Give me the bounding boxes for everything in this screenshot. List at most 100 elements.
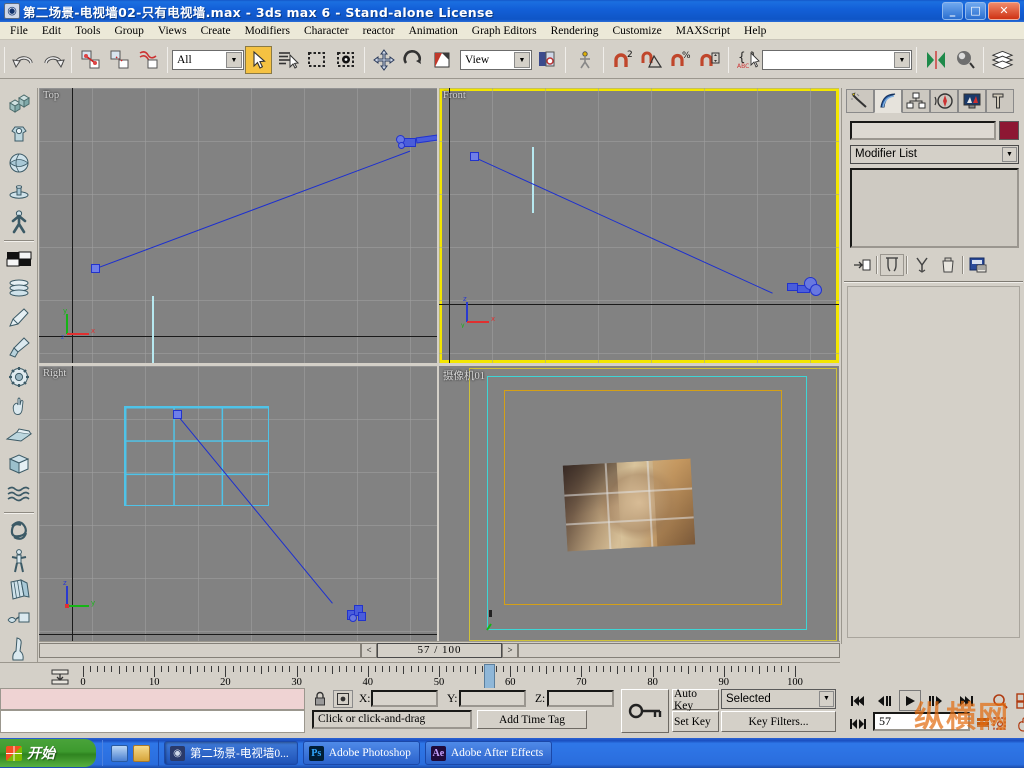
front-camera-icon[interactable]: [783, 276, 825, 300]
modifier-stack[interactable]: [850, 168, 1019, 248]
menu-rendering[interactable]: Rendering: [544, 24, 606, 38]
field-of-view-button[interactable]: [989, 713, 1011, 734]
rail-item-figure[interactable]: [3, 547, 35, 575]
menu-modifiers[interactable]: Modifiers: [238, 24, 297, 38]
rail-item-shapes[interactable]: [3, 119, 35, 147]
taskitem-aftereffects[interactable]: Ae Adobe After Effects: [424, 741, 553, 765]
timeline-prev-button[interactable]: <: [361, 643, 377, 658]
rail-item-character[interactable]: [3, 635, 35, 663]
chevron-down-icon-keyfilter[interactable]: ▼: [819, 691, 834, 707]
rail-item-brush[interactable]: [3, 333, 35, 361]
menu-help[interactable]: Help: [737, 24, 773, 38]
material-editor-button[interactable]: [951, 46, 978, 74]
menu-tools[interactable]: Tools: [68, 24, 107, 38]
layer-manager-button[interactable]: [989, 46, 1016, 74]
z-coordinate-field[interactable]: [547, 690, 614, 707]
lock-selection-button[interactable]: [312, 690, 328, 708]
rail-item-coils[interactable]: [3, 274, 35, 302]
viewport-camera[interactable]: 摄像机01 MAXCN.COM: [439, 366, 839, 644]
menu-group[interactable]: Group: [107, 24, 150, 38]
pan-button[interactable]: [1013, 713, 1024, 734]
tab-motion[interactable]: [930, 89, 958, 113]
right-mesh-object[interactable]: [124, 406, 269, 506]
absolute-relative-toggle-button[interactable]: [333, 690, 353, 708]
reference-coordinate-dropdown[interactable]: View ▼: [460, 49, 532, 70]
mirror-objects-button[interactable]: [922, 46, 949, 74]
rail-item-sphere[interactable]: [3, 149, 35, 177]
tab-hierarchy[interactable]: [902, 89, 930, 113]
timeline-track-left[interactable]: [39, 643, 361, 658]
pin-stack-button[interactable]: [850, 254, 874, 276]
rail-item-paint[interactable]: [3, 605, 35, 633]
ie-icon[interactable]: [111, 744, 128, 762]
object-color-swatch[interactable]: [999, 121, 1019, 140]
timeline-frame-display[interactable]: 57 / 100: [377, 643, 502, 658]
undo-button[interactable]: [10, 46, 37, 74]
rail-item-torus-knot[interactable]: [3, 517, 35, 545]
tab-utilities[interactable]: [986, 89, 1014, 113]
go-to-start-button[interactable]: [847, 690, 869, 711]
redo-button[interactable]: [39, 46, 66, 74]
right-camera-icon[interactable]: [345, 602, 369, 624]
menu-maxscript[interactable]: MAXScript: [669, 24, 737, 38]
tab-display[interactable]: [958, 89, 986, 113]
select-and-rotate-button[interactable]: [399, 46, 426, 74]
zoom-all-button[interactable]: [1013, 690, 1024, 711]
set-key-button[interactable]: Set Key: [672, 711, 719, 732]
menu-character[interactable]: Character: [297, 24, 356, 38]
selection-filter-dropdown[interactable]: All ▼: [172, 49, 244, 70]
rail-item-biped[interactable]: [3, 208, 35, 236]
top-camera-icon[interactable]: [394, 132, 437, 154]
rail-item-cloth[interactable]: [3, 576, 35, 604]
menu-file[interactable]: File: [0, 24, 35, 38]
remove-modifier-button[interactable]: [936, 254, 960, 276]
named-selection-set-field[interactable]: ▼: [762, 49, 912, 70]
viewport-top[interactable]: y x z Top: [39, 88, 437, 363]
select-and-move-button[interactable]: [370, 46, 397, 74]
top-target-node[interactable]: [91, 264, 100, 273]
play-animation-button[interactable]: [899, 690, 921, 711]
spinner-snap-toggle-button[interactable]: [696, 46, 723, 74]
select-by-name-button[interactable]: [274, 46, 301, 74]
rail-item-grid[interactable]: [3, 451, 35, 479]
taskitem-3dsmax[interactable]: ◉ 第二场景-电视墙0...: [164, 741, 298, 765]
start-button[interactable]: 开始: [0, 739, 96, 767]
mirror-button[interactable]: [571, 46, 598, 74]
key-filter-set-dropdown[interactable]: Selected ▼: [721, 689, 836, 709]
viewport-front[interactable]: z x y Front: [439, 88, 839, 363]
add-time-tag-button[interactable]: Add Time Tag: [477, 710, 587, 729]
configure-modifier-sets-button[interactable]: [966, 254, 990, 276]
select-and-link-button[interactable]: [77, 46, 104, 74]
previous-frame-button[interactable]: [873, 690, 895, 711]
select-and-scale-button[interactable]: [428, 46, 455, 74]
next-frame-button[interactable]: [925, 690, 947, 711]
unlink-selection-button[interactable]: [106, 46, 133, 74]
menu-create[interactable]: Create: [194, 24, 238, 38]
object-name-field[interactable]: [850, 121, 996, 140]
x-coordinate-field[interactable]: [371, 690, 438, 707]
y-coordinate-field[interactable]: [459, 690, 526, 707]
menu-animation[interactable]: Animation: [402, 24, 465, 38]
menu-reactor[interactable]: reactor: [356, 24, 402, 38]
rail-item-pencil[interactable]: [3, 304, 35, 332]
front-target-node[interactable]: [470, 152, 479, 161]
chevron-down-icon-2[interactable]: ▼: [514, 51, 530, 68]
maxscript-mini-listener-output[interactable]: [0, 688, 305, 710]
rail-item-settings[interactable]: [3, 362, 35, 390]
tab-modify[interactable]: [874, 89, 902, 113]
modifier-list-dropdown[interactable]: Modifier List ▼: [850, 145, 1019, 164]
close-button[interactable]: ✕: [988, 2, 1020, 20]
rail-item-waves[interactable]: [3, 480, 35, 508]
snaps-toggle-button[interactable]: 2: [609, 46, 636, 74]
minimize-button[interactable]: _: [942, 2, 963, 20]
window-crossing-button[interactable]: [332, 46, 359, 74]
zoom-button[interactable]: [989, 690, 1011, 711]
rail-item-hand[interactable]: [3, 392, 35, 420]
timeline-scrollbar[interactable]: < 57 / 100 >: [39, 641, 840, 659]
menu-edit[interactable]: Edit: [35, 24, 68, 38]
percent-snap-toggle-button[interactable]: %: [667, 46, 694, 74]
taskitem-photoshop[interactable]: Ps Adobe Photoshop: [302, 741, 420, 765]
bind-space-warp-button[interactable]: [135, 46, 162, 74]
menu-graph-editors[interactable]: Graph Editors: [465, 24, 544, 38]
select-object-button[interactable]: [245, 45, 272, 74]
